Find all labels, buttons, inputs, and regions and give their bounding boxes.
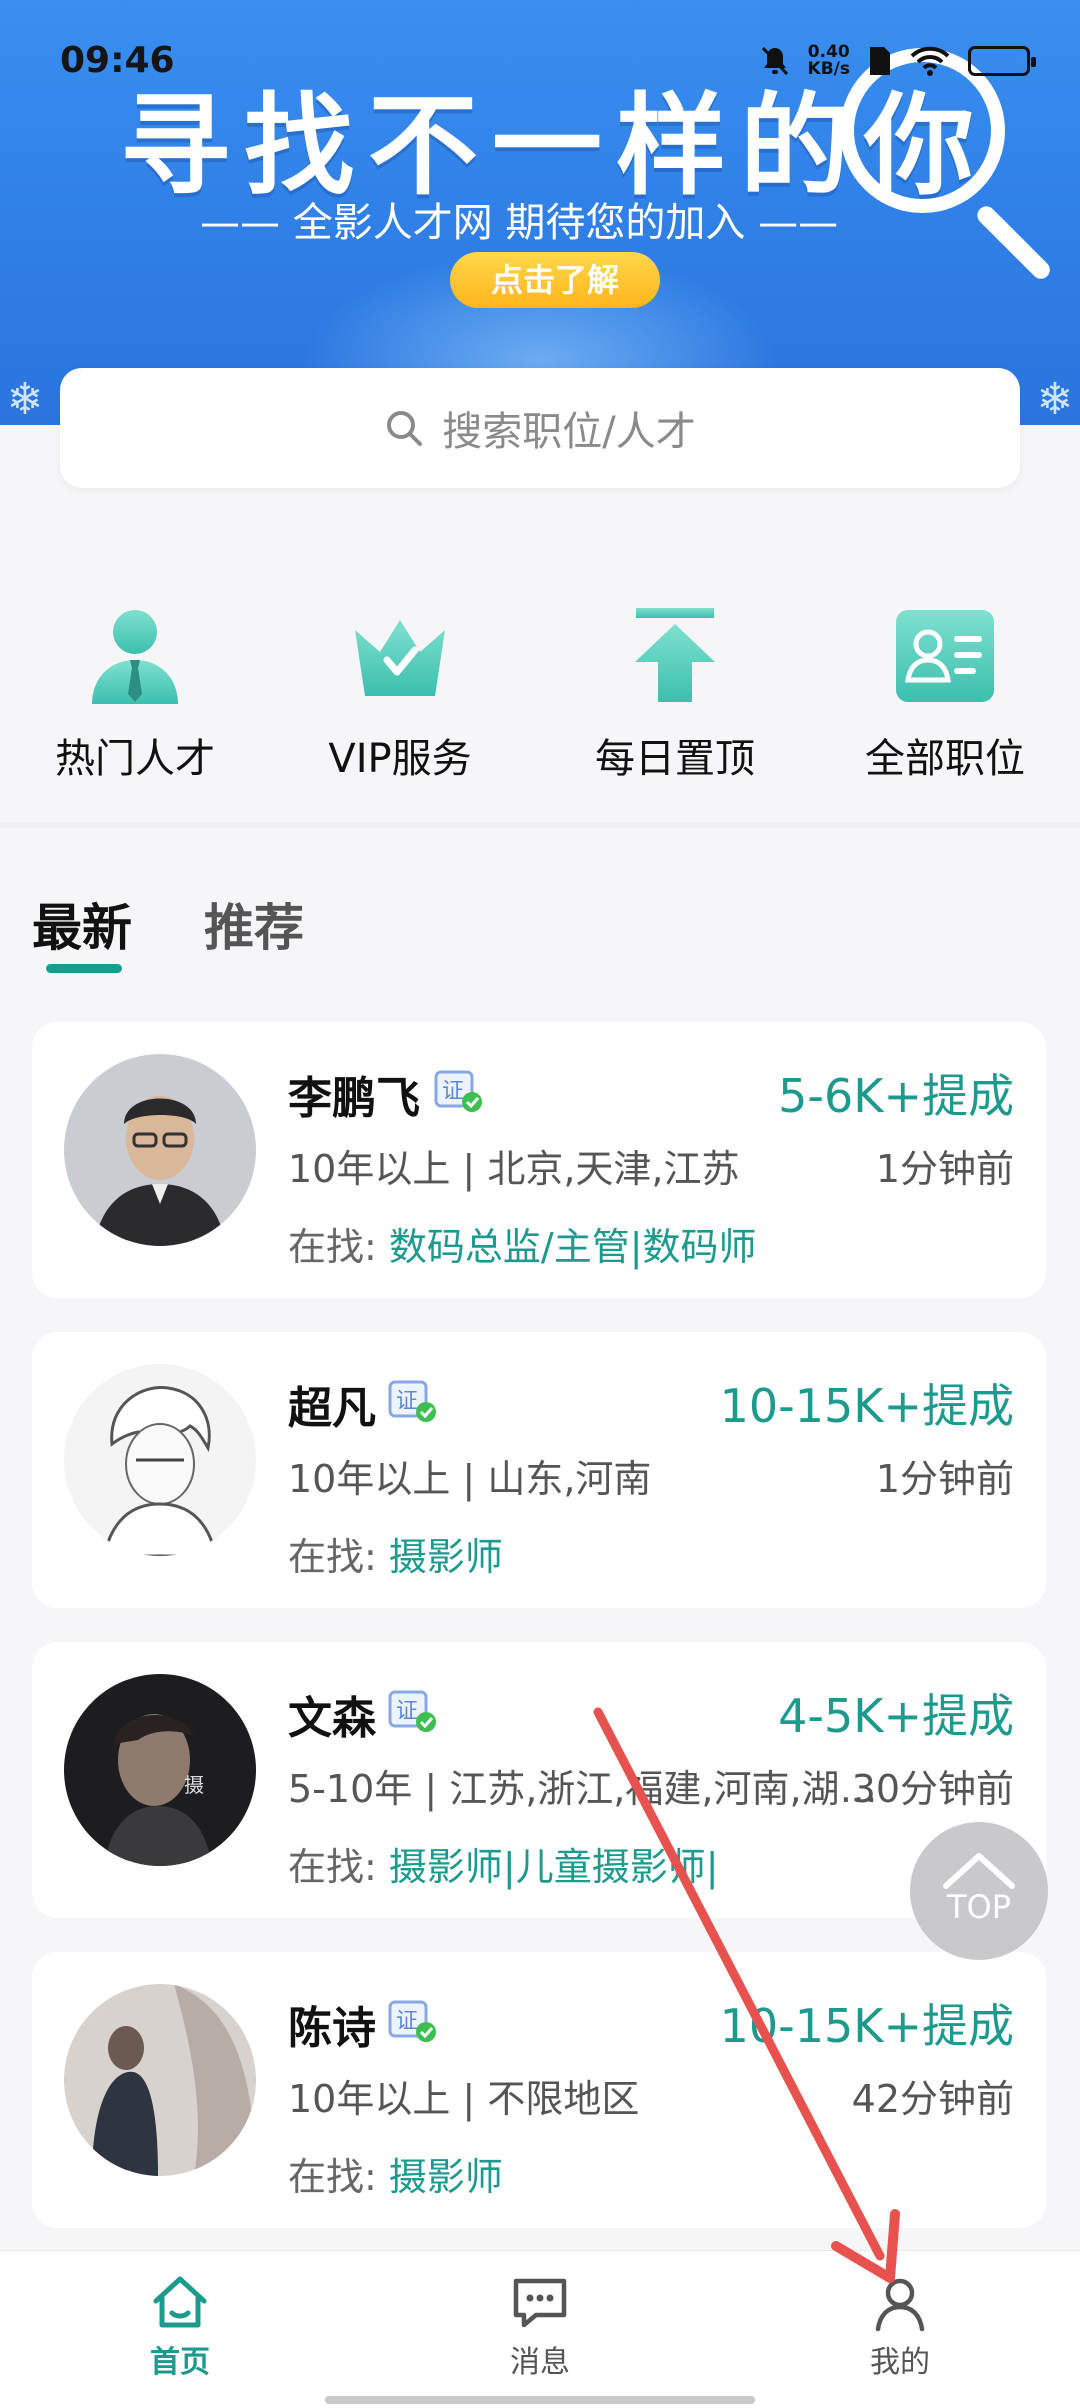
seeking-position: 在找: 摄影师 — [288, 1535, 503, 1579]
salary: 4-5K+提成 — [778, 1689, 1014, 1743]
tab-latest[interactable]: 最新 — [32, 888, 132, 960]
net-speed: 0.40 KB/s — [807, 42, 850, 79]
posted-time: 42分钟前 — [851, 2077, 1014, 2121]
svg-text:摄: 摄 — [184, 1773, 204, 1797]
seeking-position: 在找: 摄影师|儿童摄影师| — [288, 1845, 719, 1889]
message-icon — [513, 2278, 567, 2328]
status-icons: 0.40 KB/s — [760, 42, 1036, 79]
avatar — [64, 1054, 256, 1246]
profile-icon — [875, 2278, 925, 2332]
salary: 10-15K+提成 — [719, 1999, 1014, 2053]
person-tie-icon — [92, 610, 178, 704]
sim-card-icon — [870, 47, 890, 75]
nav-home[interactable]: 首页 — [80, 2273, 280, 2381]
talent-card[interactable]: 摄 文森 证 4-5K+提成 5-10年 | 江苏,浙江,福建,河南,湖… 30… — [32, 1642, 1046, 1918]
salary: 10-15K+提成 — [719, 1379, 1014, 1433]
svg-text:证: 证 — [396, 1389, 418, 1414]
banner-cta-button[interactable]: 点击了解 — [450, 252, 660, 308]
search-bar[interactable]: 搜索职位/人才 — [60, 368, 1020, 488]
wifi-icon — [910, 46, 950, 76]
experience-location: 10年以上 | 北京,天津,江苏 — [288, 1147, 740, 1191]
category-grid: 热门人才 VIP服务 每日置顶 全部职位 — [0, 560, 1080, 820]
seeking-position: 在找: 数码总监/主管|数码师 — [288, 1225, 757, 1269]
posted-time: 1分钟前 — [875, 1147, 1014, 1191]
magnifier-handle — [973, 202, 1054, 283]
category-hot-talent[interactable]: 热门人才 — [20, 600, 250, 784]
salary: 5-6K+提成 — [778, 1069, 1014, 1123]
nav-messages[interactable]: 消息 — [440, 2273, 640, 2381]
talent-name: 李鹏飞 — [288, 1073, 420, 1124]
svg-text:证: 证 — [396, 2009, 418, 2034]
avatar: 摄 — [64, 1674, 256, 1866]
id-card-icon — [896, 610, 994, 702]
talent-card[interactable]: 陈诗 证 10-15K+提成 10年以上 | 不限地区 42分钟前 在找: 摄影… — [32, 1952, 1046, 2228]
tab-recommended[interactable]: 推荐 — [204, 888, 304, 960]
search-placeholder: 搜索职位/人才 — [442, 409, 696, 455]
verified-icon: 证 — [388, 1380, 436, 1422]
avatar — [64, 1984, 256, 2176]
banner-subline: —— 全影人才网 期待您的加入 —— — [200, 200, 839, 246]
bell-muted-icon — [761, 46, 788, 76]
section-divider — [0, 822, 1080, 828]
category-daily-top[interactable]: 每日置顶 — [560, 600, 790, 784]
status-bar: 09:46 0.40 KB/s — [0, 0, 1080, 120]
posted-time: 1分钟前 — [875, 1457, 1014, 1501]
talent-card[interactable]: 李鹏飞 证 5-6K+提成 10年以上 | 北京,天津,江苏 1分钟前 在找: … — [32, 1022, 1046, 1298]
category-vip-service[interactable]: VIP服务 — [285, 600, 515, 784]
snowflake-icon: ❄ — [1036, 374, 1074, 425]
pin-top-icon — [635, 608, 715, 702]
verified-icon: 证 — [434, 1070, 482, 1112]
crown-icon — [355, 620, 445, 696]
hero-banner[interactable]: 寻找不一样的你 —— 全影人才网 期待您的加入 —— 点击了解 ❄ ❄ 09:4… — [0, 0, 1080, 425]
svg-text:证: 证 — [442, 1079, 464, 1104]
search-icon — [387, 411, 423, 446]
verified-icon: 证 — [388, 2000, 436, 2042]
experience-location: 5-10年 | 江苏,浙江,福建,河南,湖… — [288, 1767, 878, 1811]
bottom-nav: 首页 消息 我的 — [0, 2250, 1080, 2408]
battery-icon — [968, 46, 1036, 76]
gesture-bar — [325, 2396, 755, 2404]
posted-time: 30分钟前 — [851, 1767, 1014, 1811]
avatar — [64, 1364, 256, 1556]
seeking-position: 在找: 摄影师 — [288, 2155, 503, 2199]
talent-name: 文森 — [288, 1693, 376, 1744]
verified-icon: 证 — [388, 1690, 436, 1732]
status-time: 09:46 — [60, 40, 175, 81]
talent-name: 超凡 — [288, 1383, 376, 1434]
category-all-jobs[interactable]: 全部职位 — [830, 600, 1060, 784]
snowflake-icon: ❄ — [6, 374, 44, 425]
nav-profile[interactable]: 我的 — [800, 2273, 1000, 2381]
chevron-up-icon — [943, 1853, 1015, 1889]
experience-location: 10年以上 | 不限地区 — [288, 2077, 640, 2121]
talent-card[interactable]: 超凡 证 10-15K+提成 10年以上 | 山东,河南 1分钟前 在找: 摄影… — [32, 1332, 1046, 1608]
tab-active-indicator — [46, 964, 122, 973]
back-to-top-button[interactable]: TOP — [910, 1822, 1048, 1960]
home-icon — [153, 2276, 207, 2328]
experience-location: 10年以上 | 山东,河南 — [288, 1457, 652, 1501]
talent-name: 陈诗 — [288, 2003, 376, 2054]
svg-text:证: 证 — [396, 1699, 418, 1724]
